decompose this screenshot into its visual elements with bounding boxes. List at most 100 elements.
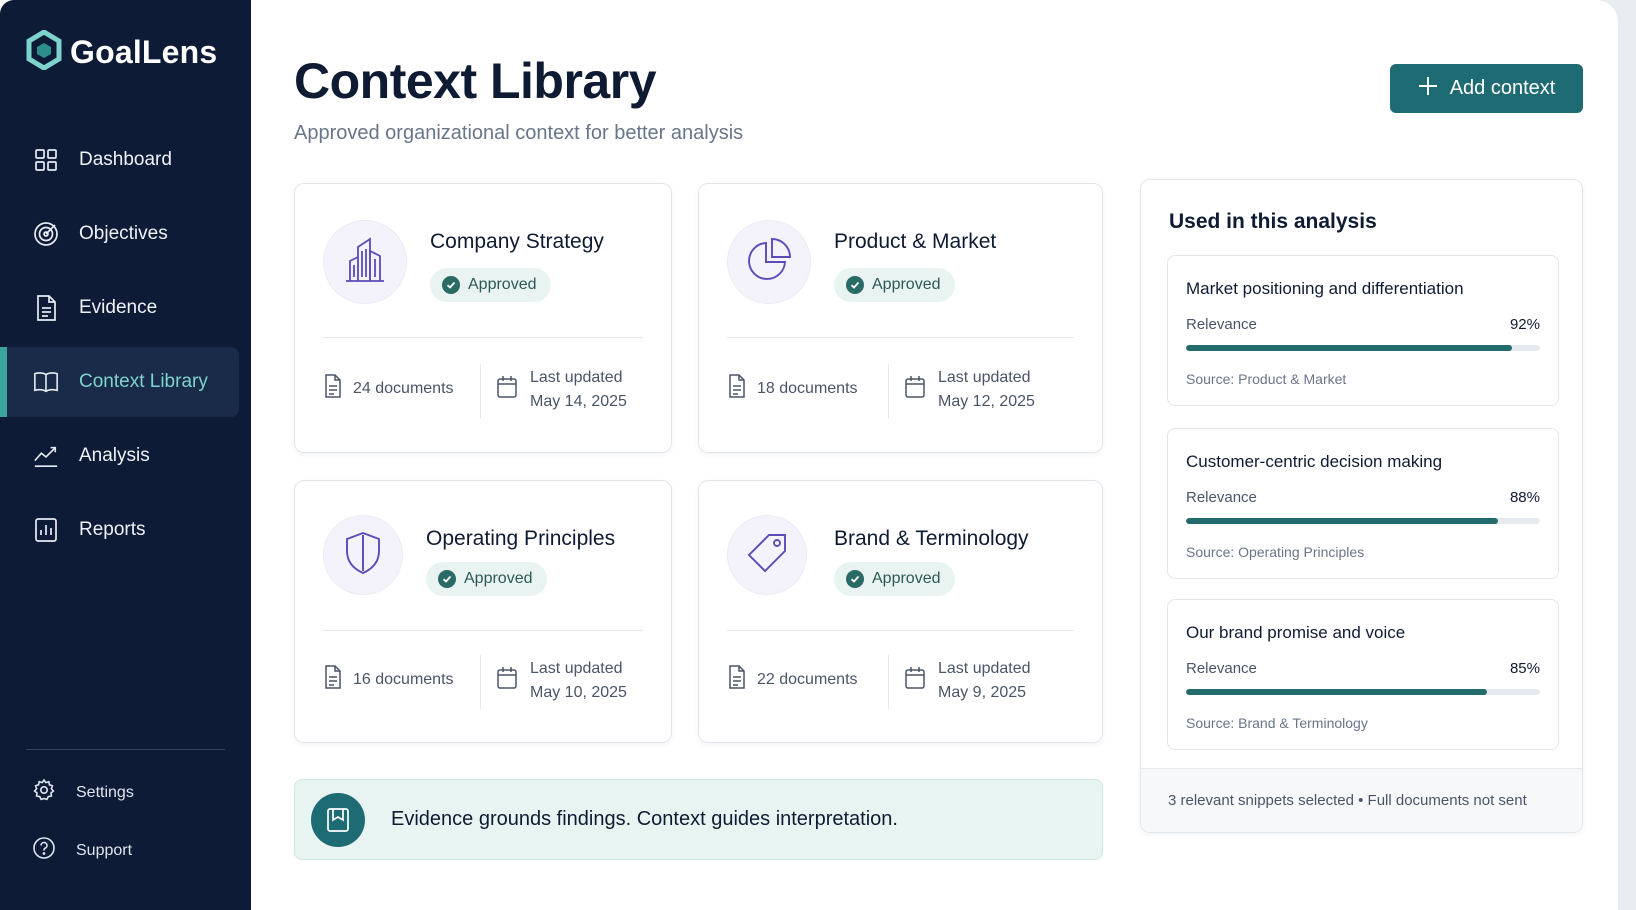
sidebar-item-dashboard[interactable]: Dashboard [0,125,251,195]
status-label: Approved [464,570,533,587]
card-icon [727,515,807,595]
document-count: 18 documents [727,374,858,403]
context-card-company-strategy[interactable]: Company Strategy Approved 24 documents L… [294,183,672,453]
card-title: Company Strategy [430,230,604,253]
relevance-value: 85% [1509,660,1540,677]
document-count: 16 documents [323,665,454,694]
relevance-bar [1186,518,1540,524]
document-count: 24 documents [323,374,454,403]
status-label: Approved [468,276,537,293]
card-title: Product & Market [834,230,997,253]
app-name: GoalLens [70,34,218,70]
panel-title: Used in this analysis [1169,210,1377,233]
status-badge: Approved [430,268,551,302]
relevance-bar-fill [1186,518,1498,524]
sidebar-item-evidence[interactable]: Evidence [0,273,251,343]
footer-divider [480,364,481,418]
sidebar-nav: Dashboard Objectives Evidence Context Li… [0,125,251,569]
snippet-source: Source: Brand & Terminology [1186,715,1368,731]
card-footer: 16 documents Last updated May 10, 2025 [323,655,643,711]
snippet-title: Customer-centric decision making [1186,452,1443,471]
sidebar-item-label: Objectives [79,223,168,244]
check-circle-icon [438,570,456,588]
sidebar-item-reports[interactable]: Reports [0,495,251,565]
trend-line-icon [33,443,59,469]
card-icon [323,220,407,304]
context-card-brand-terminology[interactable]: Brand & Terminology Approved 22 document… [698,480,1103,743]
last-updated-label: Last updated [938,369,1031,386]
last-updated: Last updated May 14, 2025 [496,366,627,414]
document-count-label: 22 documents [757,670,858,688]
sidebar-item-label: Context Library [79,371,208,392]
check-circle-icon [846,570,864,588]
context-card-product-market[interactable]: Product & Market Approved 18 documents L… [698,183,1103,453]
sidebar: GoalLens Dashboard Objectives Evidence C… [0,0,251,910]
document-count-label: 16 documents [353,670,454,688]
goallens-logo-icon [26,29,62,75]
calendar-icon [904,375,926,404]
card-divider [727,630,1074,631]
sidebar-item-support[interactable]: Support [32,836,132,865]
sidebar-item-label: Evidence [79,297,158,318]
sidebar-item-objectives[interactable]: Objectives [0,199,251,269]
card-title: Brand & Terminology [834,527,1029,550]
calendar-icon [496,375,518,404]
dashboard-grid-icon [33,147,59,173]
add-context-button[interactable]: Add context [1390,64,1583,113]
info-banner: Evidence grounds findings. Context guide… [294,779,1103,860]
book-icon [33,369,59,395]
sidebar-footer-label: Settings [76,783,134,801]
panel-footer-note: 3 relevant snippets selected • Full docu… [1141,768,1582,832]
relevance-bar-fill [1186,345,1512,351]
document-icon [323,665,343,694]
relevance-label: Relevance [1186,316,1257,333]
snippet-source: Source: Operating Principles [1186,544,1365,560]
last-updated-date: May 12, 2025 [938,393,1035,410]
context-snippet[interactable]: Customer-centric decision making Relevan… [1167,428,1559,579]
card-icon [727,220,811,304]
relevance-value: 92% [1509,316,1540,333]
gear-icon [32,778,56,807]
last-updated: Last updated May 10, 2025 [496,657,627,705]
banner-text: Evidence grounds findings. Context guide… [391,808,898,830]
status-label: Approved [872,570,941,587]
footer-divider [480,655,481,709]
page-subtitle: Approved organizational context for bett… [294,122,744,144]
last-updated-label: Last updated [530,660,623,677]
target-icon [33,221,59,247]
card-footer: 18 documents Last updated May 12, 2025 [727,364,1074,420]
last-updated-label: Last updated [530,369,623,386]
bookmark-icon [311,792,365,847]
last-updated: Last updated May 12, 2025 [904,366,1035,414]
help-circle-icon [32,836,56,865]
context-snippet[interactable]: Market positioning and differentiation R… [1167,255,1559,406]
card-divider [323,630,643,631]
status-label: Approved [872,276,941,293]
last-updated-date: May 9, 2025 [938,684,1027,701]
plus-icon [1418,76,1438,102]
building-icon [344,236,386,288]
sidebar-item-analysis[interactable]: Analysis [0,421,251,491]
logo[interactable]: GoalLens [26,29,218,75]
pie-chart-icon [746,237,792,288]
last-updated-label: Last updated [938,660,1031,677]
document-count: 22 documents [727,665,858,694]
context-card-operating-principles[interactable]: Operating Principles Approved 16 documen… [294,480,672,743]
relevance-label: Relevance [1186,489,1257,506]
sidebar-item-settings[interactable]: Settings [32,778,134,807]
relevance-bar-fill [1186,689,1487,695]
context-snippet[interactable]: Our brand promise and voice Relevance 85… [1167,599,1559,750]
page-title: Context Library [294,53,657,109]
card-footer: 24 documents Last updated May 14, 2025 [323,364,643,420]
card-footer: 22 documents Last updated May 9, 2025 [727,655,1074,711]
card-icon [323,515,403,595]
last-updated: Last updated May 9, 2025 [904,657,1031,705]
sidebar-divider [26,749,225,750]
check-circle-icon [442,276,460,294]
footer-divider [888,655,889,709]
footer-divider [888,364,889,418]
sidebar-item-context-library[interactable]: Context Library [0,347,239,417]
check-circle-icon [846,276,864,294]
calendar-icon [496,666,518,695]
last-updated-date: May 10, 2025 [530,684,627,701]
